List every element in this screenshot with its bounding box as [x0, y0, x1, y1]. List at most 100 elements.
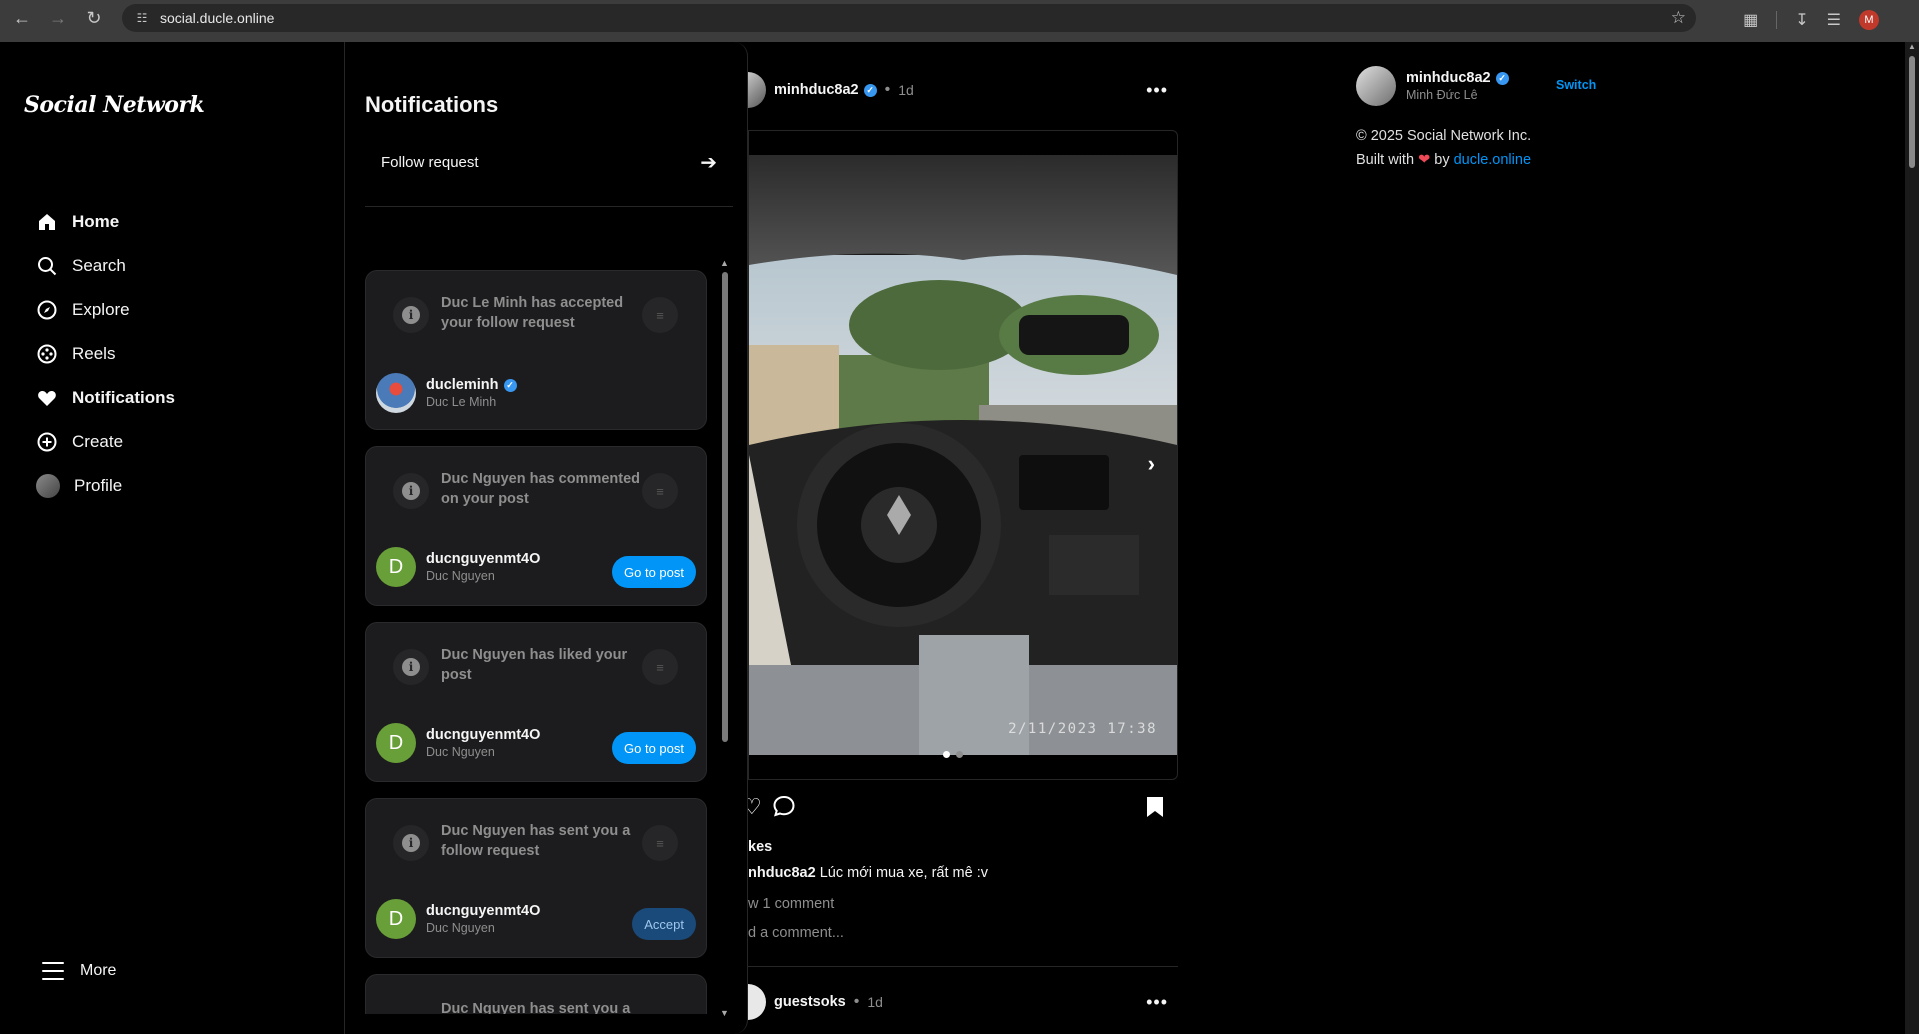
extensions-icon[interactable]: ▦: [1743, 10, 1758, 30]
nav-notifications[interactable]: Notifications: [36, 384, 175, 412]
feed: minhduc8a2 ✓ • 1d ••• 2/11/2023 17:38 › …: [748, 42, 1178, 1034]
avatar: D: [376, 547, 416, 587]
nav-search[interactable]: Search: [36, 252, 126, 280]
go-to-post-button[interactable]: Go to post: [612, 556, 696, 588]
scroll-down-icon[interactable]: ▼: [720, 1008, 729, 1018]
photo-timestamp: 2/11/2023 17:38: [1008, 721, 1157, 737]
media-icon[interactable]: ☰: [1827, 10, 1841, 30]
post-time: 1d: [867, 994, 883, 1010]
scrollbar-thumb[interactable]: [1909, 56, 1915, 168]
carousel-dot-active: [943, 751, 950, 758]
arrow-right-icon: ➔: [700, 151, 717, 174]
notification-card: i Duc Nguyen has commented on your post …: [365, 446, 707, 606]
more-label: More: [80, 962, 117, 979]
current-username[interactable]: minhduc8a2: [1406, 70, 1491, 86]
bookmark-star-icon[interactable]: ☆: [1671, 8, 1686, 28]
avatar[interactable]: [748, 984, 766, 1020]
bookmark-icon[interactable]: [1146, 796, 1164, 824]
like-icon[interactable]: ♡: [748, 794, 762, 820]
fullname: Duc Le Minh: [426, 395, 497, 409]
carousel-indicator: [943, 751, 963, 758]
scrollbar-thumb[interactable]: [722, 272, 728, 742]
notification-user[interactable]: D ducnguyenmt4O Duc Nguyen: [376, 723, 540, 763]
nav-profile[interactable]: Profile: [36, 472, 122, 500]
notification-user[interactable]: D ducnguyenmt4O Duc Nguyen: [376, 899, 540, 939]
caption-username[interactable]: nhduc8a2: [748, 865, 816, 881]
username[interactable]: ducnguyenmt4O: [426, 903, 540, 919]
comment-icon[interactable]: [772, 794, 796, 824]
menu-icon[interactable]: ≡: [642, 297, 678, 333]
post-username[interactable]: minhduc8a2: [774, 82, 859, 98]
scroll-up-icon[interactable]: ▲: [720, 258, 729, 268]
likes-count[interactable]: kes: [748, 839, 772, 855]
switch-account-button[interactable]: Switch: [1556, 78, 1596, 92]
chevron-right-icon[interactable]: ›: [1148, 451, 1155, 477]
more-options-icon[interactable]: •••: [1146, 992, 1168, 1013]
back-icon[interactable]: ←: [6, 2, 38, 34]
avatar: D: [376, 899, 416, 939]
notification-user[interactable]: ducleminh ✓ Duc Le Minh: [376, 373, 517, 413]
forward-icon[interactable]: →: [42, 2, 74, 34]
go-to-post-button[interactable]: Go to post: [612, 732, 696, 764]
by-text: by: [1434, 152, 1450, 168]
notification-user[interactable]: D ducnguyenmt4O Duc Nguyen: [376, 547, 540, 587]
notification-message: Duc Nguyen has sent you a: [441, 1001, 631, 1014]
info-icon: i: [393, 297, 429, 333]
heart-icon: ❤: [1418, 152, 1431, 168]
post-username[interactable]: guestsoks: [774, 994, 846, 1010]
accept-button[interactable]: Accept: [632, 908, 696, 940]
current-fullname: Minh Đức Lê: [1406, 88, 1478, 102]
page-scrollbar[interactable]: ▲: [1905, 42, 1919, 1034]
post-header: minhduc8a2 ✓ • 1d •••: [748, 72, 1168, 108]
notification-scrollbar[interactable]: ▲ ▼: [719, 258, 731, 1018]
nav-explore[interactable]: Explore: [36, 296, 130, 324]
carousel-dot: [956, 751, 963, 758]
post-media-frame: 2/11/2023 17:38 ›: [748, 130, 1178, 780]
author-link[interactable]: ducle.online: [1454, 152, 1531, 168]
add-comment-input[interactable]: d a comment...: [748, 925, 844, 941]
address-bar[interactable]: ☷ social.ducle.online ☆: [122, 4, 1696, 32]
notification-message: Duc Nguyen has commented on your post: [441, 471, 641, 507]
nav-reels[interactable]: Reels: [36, 340, 115, 368]
verified-icon: ✓: [1495, 71, 1509, 85]
copyright-text: © 2025 Social Network Inc.: [1356, 128, 1532, 144]
app-logo[interactable]: Social Network: [24, 92, 205, 118]
reload-icon[interactable]: ↻: [78, 2, 110, 34]
verified-icon: ✓: [863, 83, 877, 97]
follow-request-link[interactable]: Follow request ➔: [365, 142, 733, 182]
url-text[interactable]: social.ducle.online: [160, 10, 274, 26]
nav-home-label: Home: [72, 212, 120, 231]
nav-profile-label: Profile: [74, 476, 123, 495]
avatar[interactable]: [1356, 66, 1396, 106]
avatar: [36, 474, 60, 498]
username[interactable]: ducnguyenmt4O: [426, 551, 540, 567]
menu-icon[interactable]: ≡: [642, 649, 678, 685]
nav-home[interactable]: Home: [36, 208, 119, 236]
right-sidebar: minhduc8a2 ✓ Minh Đức Lê Switch © 2025 So…: [1356, 66, 1616, 172]
divider: [748, 966, 1178, 967]
avatar: D: [376, 723, 416, 763]
caption-text: Lúc mới mua xe, rất mê :v: [819, 865, 988, 881]
post-image[interactable]: 2/11/2023 17:38 ›: [749, 155, 1177, 755]
nav-create[interactable]: Create: [36, 428, 123, 456]
menu-icon[interactable]: ≡: [642, 473, 678, 509]
browser-profile-avatar[interactable]: M: [1859, 10, 1879, 30]
view-comments-link[interactable]: w 1 comment: [748, 896, 834, 912]
fullname: Duc Nguyen: [426, 569, 495, 583]
scroll-up-icon[interactable]: ▲: [1908, 42, 1916, 51]
verified-icon: ✓: [503, 378, 517, 392]
site-settings-icon[interactable]: ☷: [134, 10, 150, 26]
username[interactable]: ducnguyenmt4O: [426, 727, 540, 743]
notification-card: i Duc Nguyen has liked your post ≡ D duc…: [365, 622, 707, 782]
notification-message: Duc Nguyen has liked your post: [441, 647, 628, 683]
menu-icon[interactable]: ≡: [642, 825, 678, 861]
notifications-panel: Notifications Follow request ➔ i Duc Le …: [344, 42, 748, 1034]
built-with-text: Built with: [1356, 152, 1415, 168]
notification-card: i Duc Nguyen has sent you a follow reque…: [365, 798, 707, 958]
download-icon[interactable]: ↧: [1795, 10, 1808, 30]
more-button[interactable]: More: [42, 962, 116, 980]
avatar[interactable]: [748, 72, 766, 108]
username[interactable]: ducleminh: [426, 377, 499, 393]
nav-search-label: Search: [72, 256, 126, 275]
more-options-icon[interactable]: •••: [1146, 80, 1168, 101]
